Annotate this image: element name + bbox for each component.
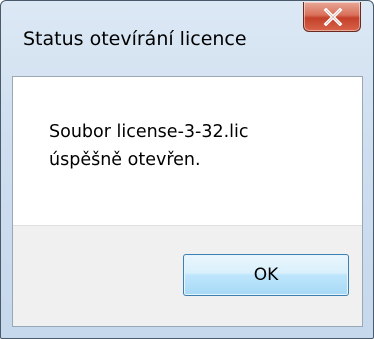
message-text: Soubor license-3-32.lic úspěšně otevřen.: [49, 118, 249, 174]
button-area: OK: [13, 225, 362, 326]
title-bar[interactable]: Status otevírání licence: [1, 1, 373, 73]
close-icon: [323, 8, 343, 26]
dialog-window: Status otevírání licence Soubor license-…: [0, 0, 374, 339]
ok-button[interactable]: OK: [183, 254, 349, 296]
window-title: Status otevírání licence: [23, 28, 247, 50]
dialog-content: Soubor license-3-32.lic úspěšně otevřen.…: [12, 76, 363, 327]
close-button[interactable]: [303, 2, 361, 32]
message-line-2: úspěšně otevřen.: [49, 150, 201, 170]
message-line-1: Soubor license-3-32.lic: [49, 122, 249, 142]
